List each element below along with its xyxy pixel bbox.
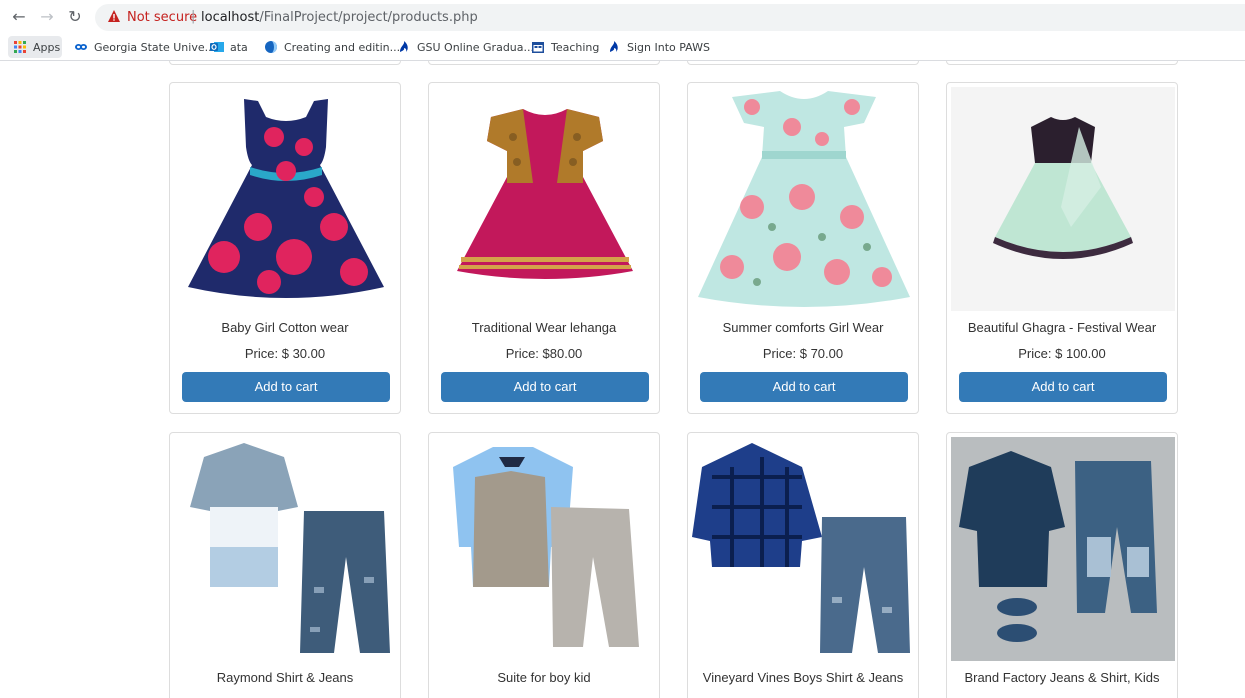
bookmarks-bar: Apps Georgia State Unive... ata Creating… [0,34,1245,61]
bookmark-gsu-online[interactable]: GSU Online Gradua... [397,38,534,56]
product-card: Baby Girl Cotton wear Price: $ 30.00 Add… [169,82,401,414]
product-image[interactable] [951,437,1175,661]
url-separator: | [191,9,196,24]
product-card: Raymond Shirt & Jeans [169,432,401,698]
add-to-cart-button[interactable]: Add to cart [700,372,908,402]
add-to-cart-button[interactable]: Add to cart [959,372,1167,402]
page-content: Baby Girl Cotton wear Price: $ 30.00 Add… [0,61,1245,698]
bookmark-georgia-state[interactable]: Georgia State Unive... [74,38,215,56]
product-name: Brand Factory Jeans & Shirt, Kids [964,670,1160,685]
globe-icon [265,41,277,53]
url-path: /FinalProject/project/products.php [259,10,478,25]
product-card-prev-row [169,61,401,65]
boy-suit-image [433,437,657,661]
girl-frock-image [174,87,398,311]
outlook-icon [210,42,224,52]
ghagra-image [951,87,1175,311]
product-name: Summer comforts Girl Wear [722,320,884,335]
browser-toolbar: ← → ↻ Not secure | localhost/FinalProjec… [0,0,1245,34]
not-secure-label[interactable]: Not secure [127,10,197,25]
product-card-prev-row [687,61,919,65]
product-name: Vineyard Vines Boys Shirt & Jeans [702,670,904,685]
product-image[interactable] [692,437,916,661]
bookmark-label: ata [230,40,248,54]
shirt-jeans-image [174,437,398,661]
bookmark-label: Apps [33,40,61,54]
product-price: Price: $ 100.00 [1018,346,1106,361]
product-image[interactable] [433,87,657,311]
bookmark-ata[interactable]: ata [210,38,248,56]
bookmark-apps[interactable]: Apps [13,38,60,56]
product-card: Vineyard Vines Boys Shirt & Jeans [687,432,919,698]
jeans-shirt-kids-image [951,437,1175,661]
gsu-flame-icon [400,41,408,52]
product-card: Suite for boy kid [428,432,660,698]
product-card-prev-row [946,61,1178,65]
gsu-flame-icon [610,41,618,52]
product-image[interactable] [951,87,1175,311]
bookmark-label: Teaching [551,40,600,54]
add-to-cart-button[interactable]: Add to cart [441,372,649,402]
bookmark-sign-into-paws[interactable]: Sign Into PAWS [607,38,710,56]
product-name: Suite for boy kid [497,670,591,685]
floral-dress-image [692,87,916,311]
url-text[interactable]: localhost/FinalProject/project/products.… [201,10,478,25]
bookmark-label: Sign Into PAWS [627,40,710,54]
add-to-cart-button[interactable]: Add to cart [182,372,390,402]
bookmark-label: Creating and editin... [284,40,401,54]
product-price: Price: $ 30.00 [244,346,326,361]
product-card: Brand Factory Jeans & Shirt, Kids [946,432,1178,698]
bookmark-label: Georgia State Unive... [94,40,216,54]
product-name: Baby Girl Cotton wear [221,320,349,335]
bookmark-label: GSU Online Gradua... [417,40,535,54]
product-card: Traditional Wear lehanga Price: $80.00 A… [428,82,660,414]
product-name: Traditional Wear lehanga [471,320,617,335]
address-bar[interactable]: Not secure | localhost/FinalProject/proj… [95,4,1245,31]
link-icon [75,44,87,50]
product-image[interactable] [433,437,657,661]
product-image[interactable] [174,437,398,661]
forward-arrow-icon[interactable]: → [37,7,57,27]
product-image[interactable] [692,87,916,311]
product-price: Price: $ 70.00 [762,346,844,361]
apps-grid-icon [14,41,26,53]
lehanga-image [433,87,657,311]
back-arrow-icon[interactable]: ← [9,7,29,27]
product-card-prev-row [428,61,660,65]
warning-triangle-icon [108,10,120,22]
product-name: Beautiful Ghagra - Festival Wear [967,320,1157,335]
plaid-shirt-jeans-image [692,437,916,661]
product-image[interactable] [174,87,398,311]
reload-icon[interactable]: ↻ [65,7,85,27]
product-name: Raymond Shirt & Jeans [216,670,354,685]
url-host: localhost [201,10,260,25]
bookmark-creating-editing[interactable]: Creating and editin... [264,38,400,56]
product-card: Beautiful Ghagra - Festival Wear Price: … [946,82,1178,414]
product-price: Price: $80.00 [505,346,583,361]
bookmark-teaching[interactable]: Teaching [531,38,599,56]
product-card: Summer comforts Girl Wear Price: $ 70.00… [687,82,919,414]
calendar-icon [532,42,544,53]
